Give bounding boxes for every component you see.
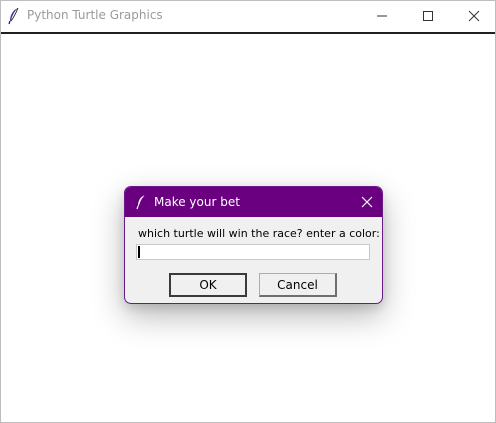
dialog-title: Make your bet	[154, 195, 240, 209]
window-titlebar[interactable]: Python Turtle Graphics	[1, 1, 495, 34]
dialog-close-button[interactable]	[352, 187, 382, 217]
dialog-prompt: which turtle will win the race? enter a …	[138, 227, 380, 240]
color-input[interactable]	[136, 244, 370, 260]
dialog-titlebar[interactable]: Make your bet	[125, 187, 382, 217]
text-caret	[138, 246, 140, 258]
cancel-button[interactable]: Cancel	[259, 273, 337, 297]
feather-icon	[135, 194, 147, 210]
ok-button[interactable]: OK	[169, 273, 247, 297]
feather-icon	[7, 7, 21, 25]
maximize-icon	[423, 11, 433, 21]
window-title: Python Turtle Graphics	[27, 8, 163, 22]
minimize-button[interactable]	[359, 1, 405, 32]
maximize-button[interactable]	[405, 1, 451, 32]
close-icon	[361, 196, 373, 208]
minimize-icon	[377, 15, 387, 17]
close-icon	[468, 10, 480, 22]
bet-dialog: Make your bet which turtle will win the …	[124, 186, 383, 304]
close-window-button[interactable]	[451, 1, 496, 32]
